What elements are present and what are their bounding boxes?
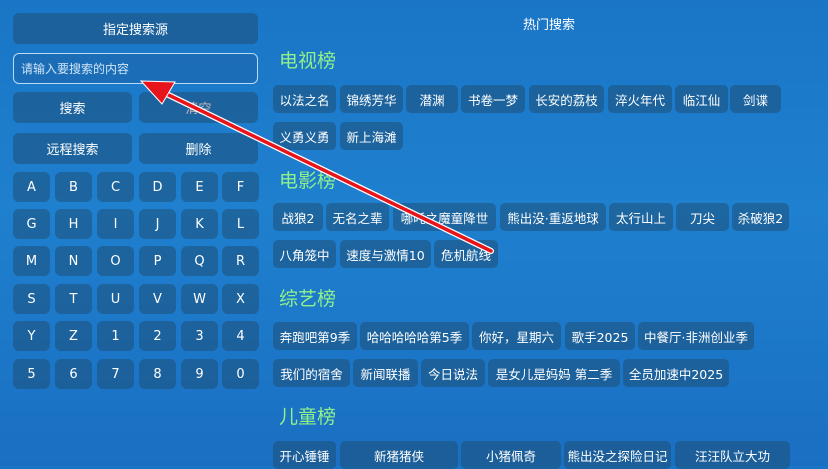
section-title-kids: 儿童榜 bbox=[279, 406, 337, 428]
section-title-tv: 电视榜 bbox=[279, 50, 337, 72]
key-p[interactable]: P bbox=[139, 246, 176, 276]
delete-button[interactable]: 删除 bbox=[139, 133, 258, 164]
key-a[interactable]: A bbox=[13, 172, 50, 202]
key-d[interactable]: D bbox=[139, 172, 176, 202]
hot-tag-variety[interactable]: 今日说法 bbox=[421, 359, 485, 387]
key-r[interactable]: R bbox=[222, 246, 259, 276]
section-title-variety: 综艺榜 bbox=[279, 288, 337, 310]
search-button[interactable]: 搜索 bbox=[13, 92, 132, 123]
hot-tag-kids[interactable]: 开心锤锤 bbox=[273, 441, 336, 469]
search-input[interactable]: 请输入要搜索的内容 bbox=[13, 53, 258, 84]
hot-tag-movie[interactable]: 无名之辈 bbox=[326, 203, 389, 231]
hot-tag-variety[interactable]: 全员加速中2025 bbox=[623, 359, 729, 387]
key-l[interactable]: L bbox=[222, 209, 259, 239]
hot-tag-kids[interactable]: 新猪猪侠 bbox=[340, 441, 458, 469]
key-t[interactable]: T bbox=[55, 284, 92, 314]
hot-tag-movie[interactable]: 速度与激情10 bbox=[340, 240, 431, 268]
key-9[interactable]: 9 bbox=[181, 359, 218, 389]
key-x[interactable]: X bbox=[222, 284, 259, 314]
hot-tag-tv[interactable]: 义勇义勇 bbox=[273, 122, 336, 150]
hot-tag-tv[interactable]: 锦绣芳华 bbox=[340, 85, 403, 113]
key-m[interactable]: M bbox=[13, 246, 50, 276]
key-3[interactable]: 3 bbox=[181, 321, 218, 351]
hot-tag-tv[interactable]: 剑谍 bbox=[730, 85, 781, 113]
section-title-movie: 电影榜 bbox=[279, 170, 337, 192]
key-i[interactable]: I bbox=[97, 209, 134, 239]
key-w[interactable]: W bbox=[181, 284, 218, 314]
hot-tag-kids[interactable]: 熊出没之探险日记 bbox=[564, 441, 671, 469]
hot-tag-variety[interactable]: 新闻联播 bbox=[353, 359, 418, 387]
key-n[interactable]: N bbox=[55, 246, 92, 276]
hot-tag-variety[interactable]: 奔跑吧第9季 bbox=[273, 322, 357, 350]
hot-tag-movie[interactable]: 熊出没·重返地球 bbox=[500, 203, 606, 231]
key-b[interactable]: B bbox=[55, 172, 92, 202]
key-j[interactable]: J bbox=[139, 209, 176, 239]
key-z[interactable]: Z bbox=[55, 321, 92, 351]
hot-tag-kids[interactable]: 汪汪队立大功 bbox=[675, 441, 790, 469]
hot-tag-movie[interactable]: 太行山上 bbox=[609, 203, 673, 231]
hot-search-title: 热门搜索 bbox=[522, 18, 575, 33]
key-0[interactable]: 0 bbox=[222, 359, 259, 389]
hot-tag-tv[interactable]: 长安的荔枝 bbox=[529, 85, 604, 113]
hot-tag-movie[interactable]: 战狼2 bbox=[273, 203, 323, 231]
key-v[interactable]: V bbox=[139, 284, 176, 314]
hot-tag-tv[interactable]: 书卷一梦 bbox=[461, 85, 525, 113]
key-e[interactable]: E bbox=[181, 172, 218, 202]
key-1[interactable]: 1 bbox=[97, 321, 134, 351]
hot-tag-variety[interactable]: 我们的宿舍 bbox=[273, 359, 350, 387]
key-c[interactable]: C bbox=[97, 172, 134, 202]
key-k[interactable]: K bbox=[181, 209, 218, 239]
key-u[interactable]: U bbox=[97, 284, 134, 314]
hot-tag-variety[interactable]: 歌手2025 bbox=[565, 322, 635, 350]
hot-tag-movie[interactable]: 危机航线 bbox=[434, 240, 498, 268]
clear-button[interactable]: 清空 bbox=[139, 92, 258, 123]
search-input-placeholder: 请输入要搜索的内容 bbox=[21, 62, 130, 76]
key-y[interactable]: Y bbox=[13, 321, 50, 351]
key-7[interactable]: 7 bbox=[97, 359, 134, 389]
hot-tag-variety[interactable]: 你好，星期六 bbox=[472, 322, 561, 350]
hot-tag-kids[interactable]: 小猪佩奇 bbox=[461, 441, 561, 469]
key-4[interactable]: 4 bbox=[222, 321, 259, 351]
hot-tag-movie[interactable]: 杀破狼2 bbox=[732, 203, 789, 231]
key-s[interactable]: S bbox=[13, 284, 50, 314]
hot-tag-variety[interactable]: 是女儿是妈妈 第二季 bbox=[488, 359, 620, 387]
hot-tag-variety[interactable]: 哈哈哈哈哈第5季 bbox=[360, 322, 469, 350]
key-q[interactable]: Q bbox=[181, 246, 218, 276]
hot-tag-movie[interactable]: 八角笼中 bbox=[273, 240, 336, 268]
source-select-button[interactable]: 指定搜索源 bbox=[13, 13, 258, 44]
hot-tag-tv[interactable]: 以法之名 bbox=[273, 85, 336, 113]
key-o[interactable]: O bbox=[97, 246, 134, 276]
hot-tag-movie[interactable]: 哪吒之魔童降世 bbox=[393, 203, 496, 231]
hot-tag-variety[interactable]: 中餐厅·非洲创业季 bbox=[638, 322, 754, 350]
key-6[interactable]: 6 bbox=[55, 359, 92, 389]
key-h[interactable]: H bbox=[55, 209, 92, 239]
remote-search-button[interactable]: 远程搜索 bbox=[13, 133, 132, 164]
hot-tag-tv[interactable]: 潜渊 bbox=[406, 85, 458, 113]
key-8[interactable]: 8 bbox=[139, 359, 176, 389]
key-5[interactable]: 5 bbox=[13, 359, 50, 389]
hot-tag-tv[interactable]: 临江仙 bbox=[675, 85, 728, 113]
key-2[interactable]: 2 bbox=[139, 321, 176, 351]
hot-tag-movie[interactable]: 刀尖 bbox=[676, 203, 729, 231]
hot-tag-tv[interactable]: 新上海滩 bbox=[340, 122, 403, 150]
hot-tag-tv[interactable]: 淬火年代 bbox=[608, 85, 672, 113]
key-f[interactable]: F bbox=[222, 172, 259, 202]
key-g[interactable]: G bbox=[13, 209, 50, 239]
